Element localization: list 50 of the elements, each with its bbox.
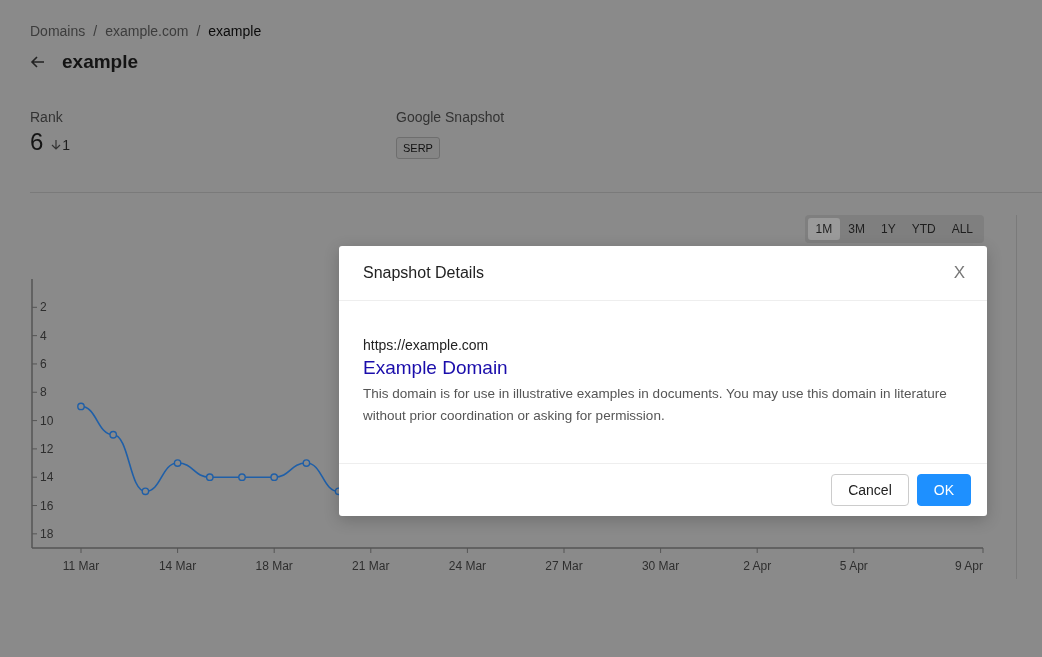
x-tick-label: 9 Apr [954,559,983,573]
x-tick-label: 11 Mar [62,559,100,573]
range-tab[interactable]: 1M [807,218,841,240]
range-tab[interactable]: 1Y [872,218,904,240]
cancel-button[interactable]: Cancel [831,474,909,506]
dialog-title: Snapshot Details [363,264,484,282]
back-arrow-icon[interactable] [30,54,46,70]
data-point [141,487,150,496]
x-tick-label: 14 Mar [158,559,197,573]
x-tick-label: 2 Apr [743,559,772,573]
breadcrumb-link[interactable]: Domains [30,22,86,40]
x-tick-label: 5 Apr [839,559,868,573]
y-tick-label: 6 [40,356,47,371]
x-tick-label: 30 Mar [641,559,680,573]
stat-label: Rank [30,108,64,127]
x-tick-label: 21 Mar [352,559,390,573]
range-tab[interactable]: 3M [840,218,873,240]
x-tick-label: 18 Mar [255,559,293,573]
y-tick-label: 14 [40,470,54,485]
ok-button[interactable]: OK [916,474,971,506]
x-tick-label: 24 Mar [448,559,487,573]
data-point [302,459,311,467]
breadcrumb-separator: / [93,22,98,40]
result-description: This domain is for use in illustrative examples in documents. You may use this domain in literature without prior coordination or asking for permission. [363,385,948,425]
y-tick-label: 4 [40,328,47,343]
result-url: https://example.com [363,336,490,354]
y-tick-label: 18 [40,526,54,541]
serp-button[interactable]: SERP [396,137,440,159]
data-point [109,430,118,439]
data-point [270,473,279,482]
result-title-link[interactable]: Example Domain [363,355,963,381]
range-tab[interactable]: YTD [903,218,944,240]
data-point [173,459,182,467]
y-tick-label: 10 [40,413,54,428]
data-point [238,473,246,482]
breadcrumb-separator: / [196,22,201,40]
rank-change: 1 [62,137,71,153]
range-tab[interactable]: ALL [943,218,981,240]
y-tick-label: 16 [40,498,54,513]
y-tick-label: 8 [40,385,47,400]
y-tick-label: 12 [40,441,54,456]
page-title: example [62,52,139,72]
y-tick-label: 2 [40,300,47,315]
stat-label: Google Snapshot [396,108,506,127]
close-button[interactable]: X [949,261,969,285]
data-point [205,473,214,482]
x-tick-label: 27 Mar [545,559,583,573]
rank-value: 6 [30,128,44,156]
data-point [77,402,85,411]
breadcrumb-link[interactable]: example.com [105,22,189,40]
